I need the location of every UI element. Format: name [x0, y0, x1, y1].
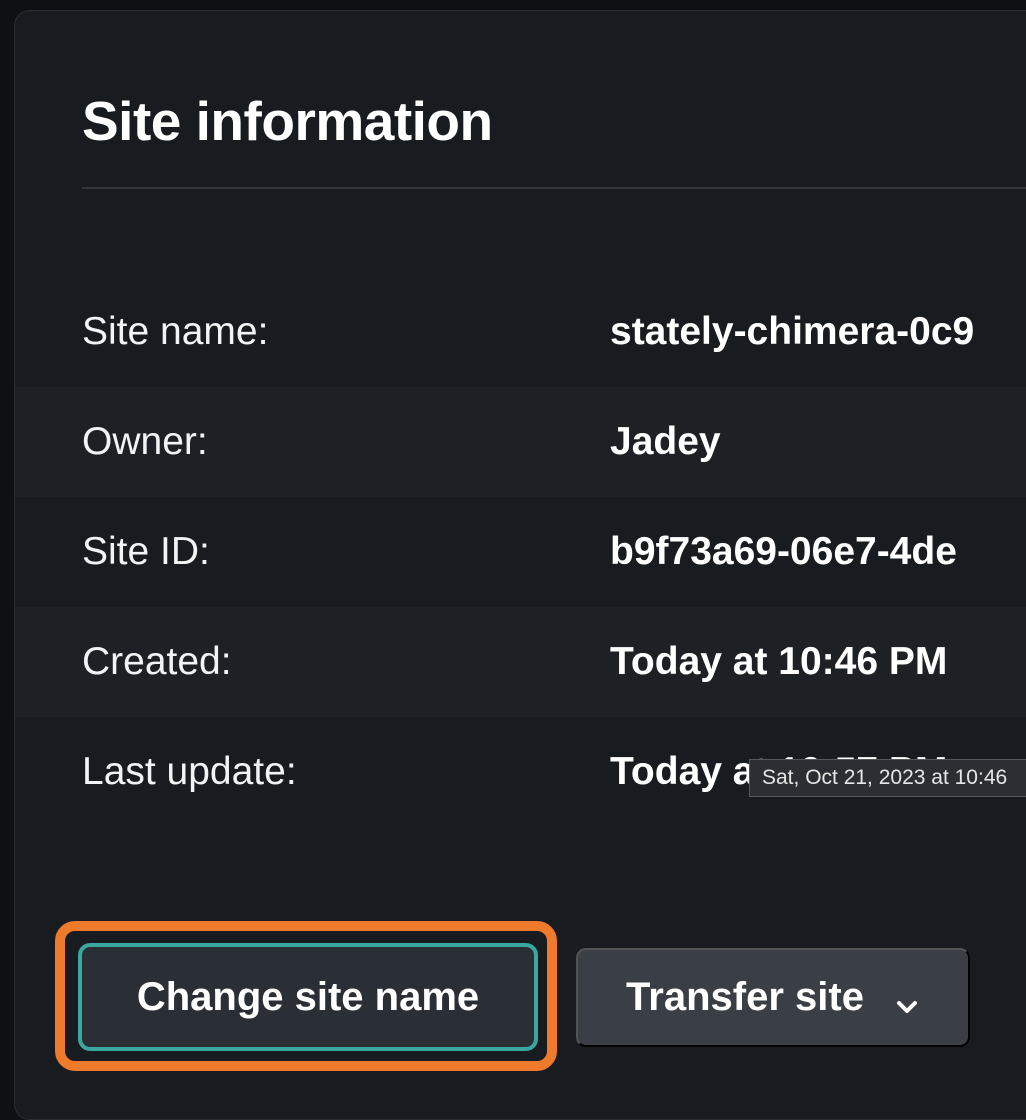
detail-label: Owner: — [82, 420, 208, 463]
detail-row-owner: Owner: Jadey — [15, 387, 1026, 497]
page-title: Site information — [82, 90, 493, 152]
detail-row-site-name: Site name: stately-chimera-0c9 — [15, 277, 1026, 387]
detail-label: Last update: — [82, 750, 297, 793]
transfer-site-button[interactable]: Transfer site — [576, 948, 970, 1047]
detail-label: Created: — [82, 640, 232, 683]
site-details-list: Site name: stately-chimera-0c9 Owner: Ja… — [15, 277, 1026, 827]
chevron-down-icon — [894, 985, 920, 1013]
detail-row-site-id: Site ID: b9f73a69-06e7-4de — [15, 497, 1026, 607]
date-tooltip: Sat, Oct 21, 2023 at 10:46 — [749, 759, 1026, 797]
detail-value: stately-chimera-0c9 — [610, 310, 975, 353]
detail-value[interactable]: Today at 10:46 PM — [610, 640, 947, 684]
transfer-site-label: Transfer site — [626, 975, 864, 1019]
detail-label: Site ID: — [82, 530, 210, 573]
change-site-name-label: Change site name — [136, 974, 480, 1019]
change-site-name-button[interactable]: Change site name — [78, 943, 538, 1051]
detail-label: Site name: — [82, 310, 269, 353]
detail-row-created: Created: Today at 10:46 PM — [15, 607, 1026, 717]
divider — [82, 187, 1026, 189]
detail-value: b9f73a69-06e7-4de — [610, 530, 957, 573]
detail-value: Jadey — [610, 420, 721, 463]
site-information-card: Site information Site name: stately-chim… — [14, 10, 1026, 1120]
